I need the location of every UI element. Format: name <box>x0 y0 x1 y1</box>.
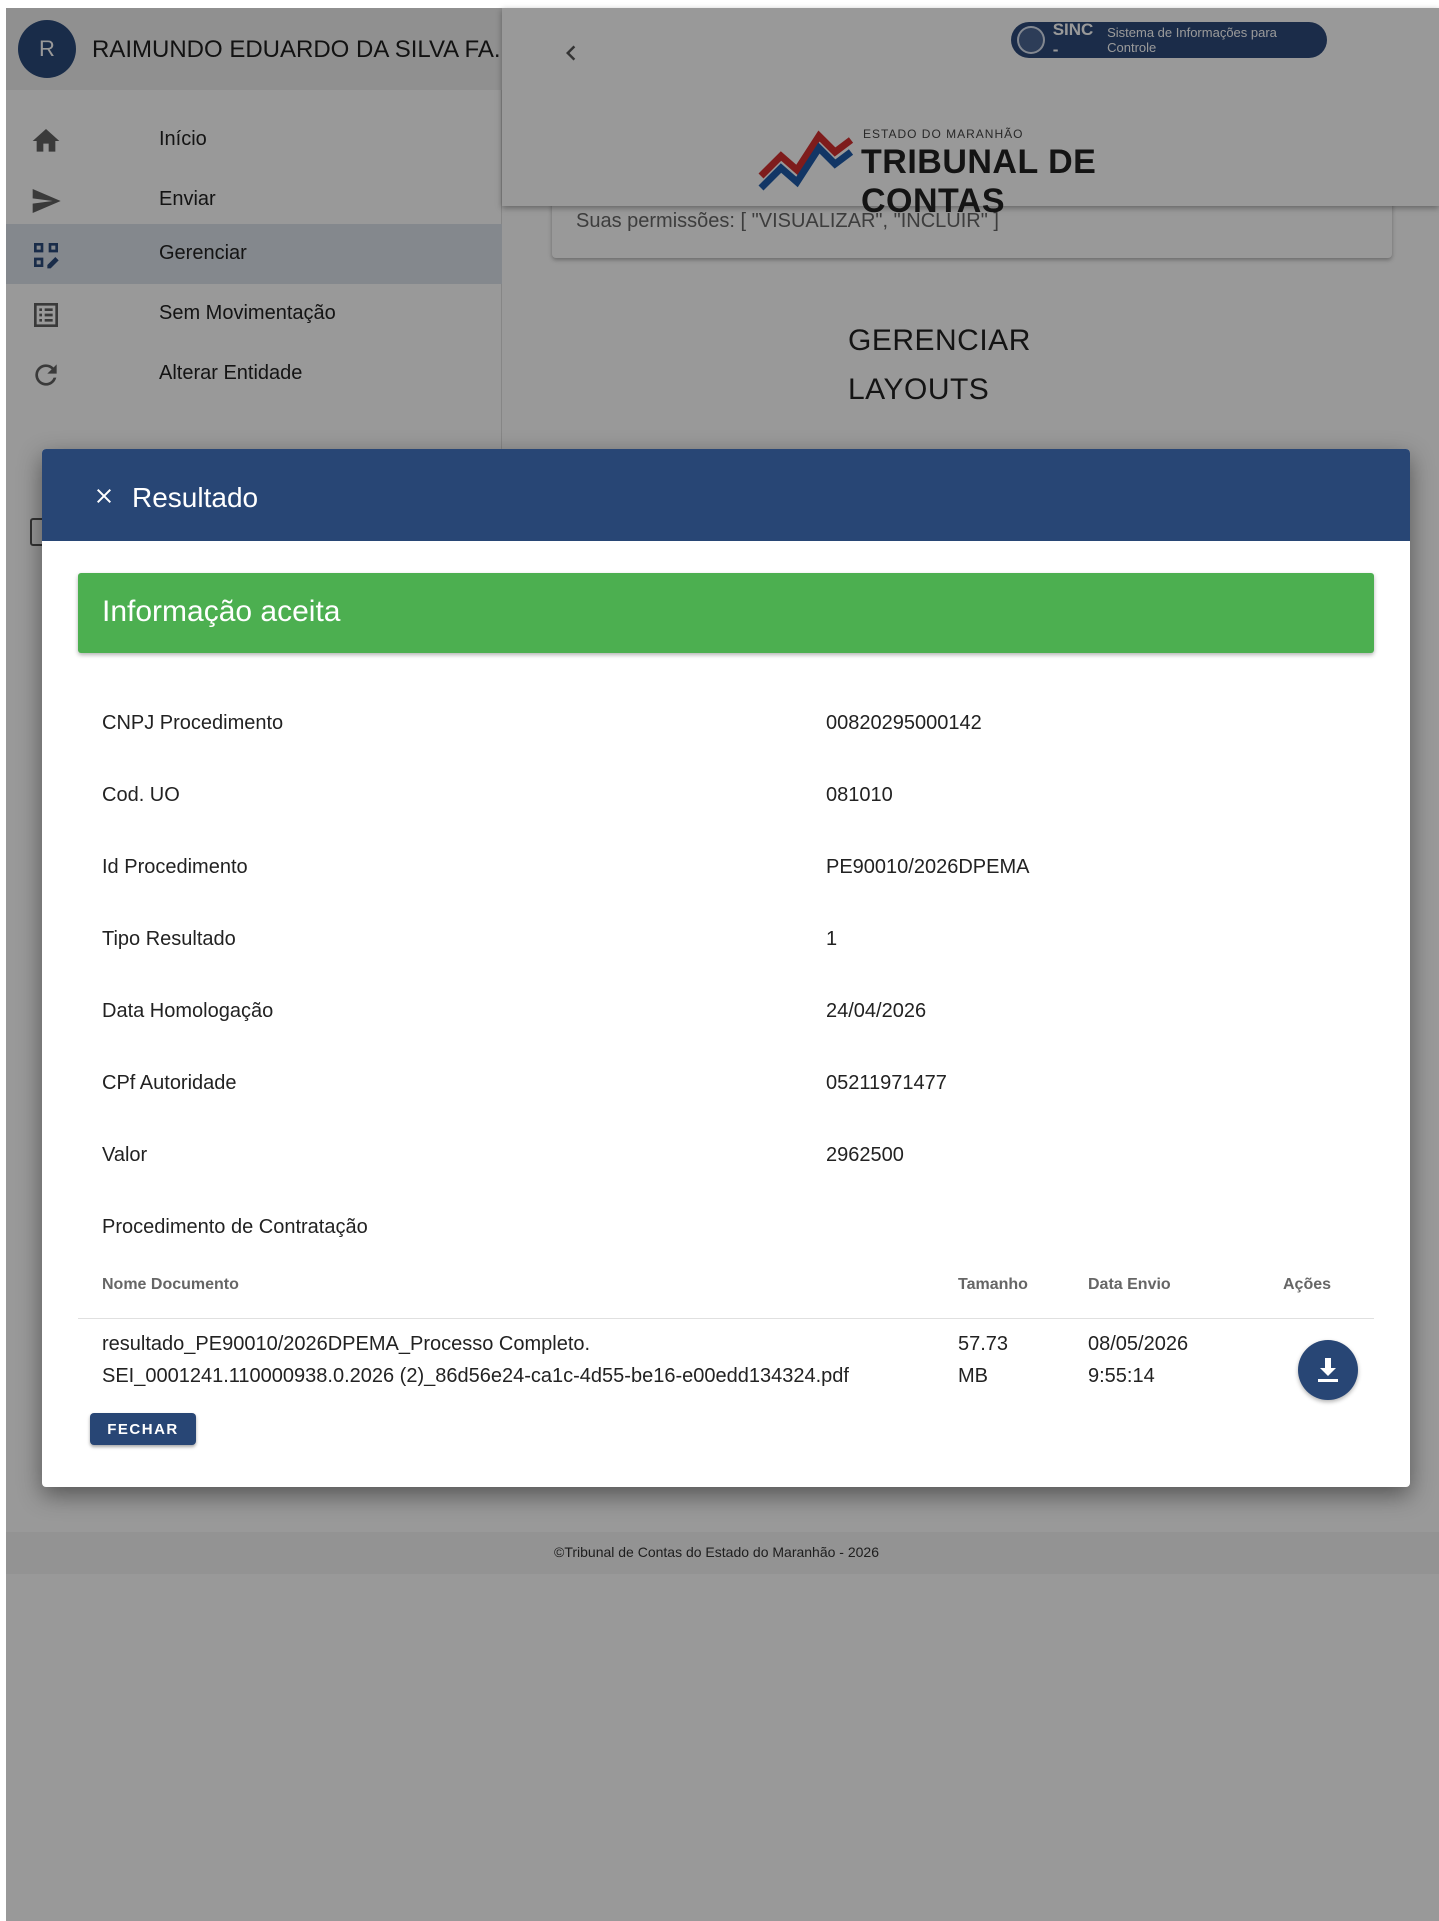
field-label: Id Procedimento <box>102 856 248 878</box>
dialog-title: Resultado <box>132 482 259 513</box>
document-date-time: 9:55:14 <box>1088 1365 1155 1387</box>
close-button[interactable]: FECHAR <box>90 1413 196 1445</box>
field-data-homologacao: Data Homologação 24/04/2026 <box>42 976 1410 1048</box>
status-alert: Informação aceita <box>78 573 1374 653</box>
field-value: 081010 <box>826 784 893 806</box>
column-header-actions: Ações <box>1283 1276 1332 1293</box>
field-label: CNPJ Procedimento <box>102 712 284 734</box>
field-value: 24/04/2026 <box>826 1000 927 1022</box>
field-label: Valor <box>102 1144 148 1166</box>
document-name-line1: resultado_PE90010/2026DPEMA_Processo Com… <box>102 1333 591 1355</box>
document-name: resultado_PE90010/2026DPEMA_Processo Com… <box>102 1328 849 1392</box>
field-label: CPf Autoridade <box>102 1072 237 1094</box>
document-size-unit: MB <box>958 1365 988 1387</box>
field-cnpj: CNPJ Procedimento 00820295000142 <box>42 688 1410 760</box>
document-name-line2: SEI_0001241.110000938.0.2026 (2)_86d56e2… <box>102 1365 849 1387</box>
field-value: 2962500 <box>826 1144 904 1166</box>
table-divider <box>78 1318 1374 1319</box>
field-value: PE90010/2026DPEMA <box>826 856 1030 878</box>
document-size: 57.73 MB <box>958 1328 1008 1392</box>
column-header-name: Nome Documento <box>102 1276 239 1293</box>
field-value: 00820295000142 <box>826 712 982 734</box>
document-date-day: 08/05/2026 <box>1088 1333 1189 1355</box>
column-header-date: Data Envio <box>1088 1276 1171 1293</box>
field-procedimento-contratacao: Procedimento de Contratação <box>42 1192 1410 1264</box>
status-text: Informação aceita <box>102 595 341 628</box>
field-cod-uo: Cod. UO 081010 <box>42 760 1410 832</box>
download-button[interactable] <box>1298 1340 1358 1400</box>
field-id-procedimento: Id Procedimento PE90010/2026DPEMA <box>42 832 1410 904</box>
field-cpf-autoridade: CPf Autoridade 05211971477 <box>42 1048 1410 1120</box>
result-dialog: Resultado Informação aceita CNPJ Procedi… <box>42 449 1410 1487</box>
download-icon <box>1318 1358 1338 1382</box>
field-label: Tipo Resultado <box>102 928 236 950</box>
field-label: Data Homologação <box>102 1000 274 1022</box>
field-valor: Valor 2962500 <box>42 1120 1410 1192</box>
dialog-toolbar: Resultado <box>42 449 1410 541</box>
field-label: Cod. UO <box>102 784 180 806</box>
document-date: 08/05/2026 9:55:14 <box>1088 1328 1188 1392</box>
field-value: 1 <box>826 928 838 950</box>
document-size-value: 57.73 <box>958 1333 1009 1355</box>
field-tipo-resultado: Tipo Resultado 1 <box>42 904 1410 976</box>
field-value: 05211971477 <box>826 1072 947 1094</box>
column-header-size: Tamanho <box>958 1276 1028 1293</box>
close-icon[interactable] <box>92 484 116 508</box>
field-label: Procedimento de Contratação <box>102 1216 368 1238</box>
